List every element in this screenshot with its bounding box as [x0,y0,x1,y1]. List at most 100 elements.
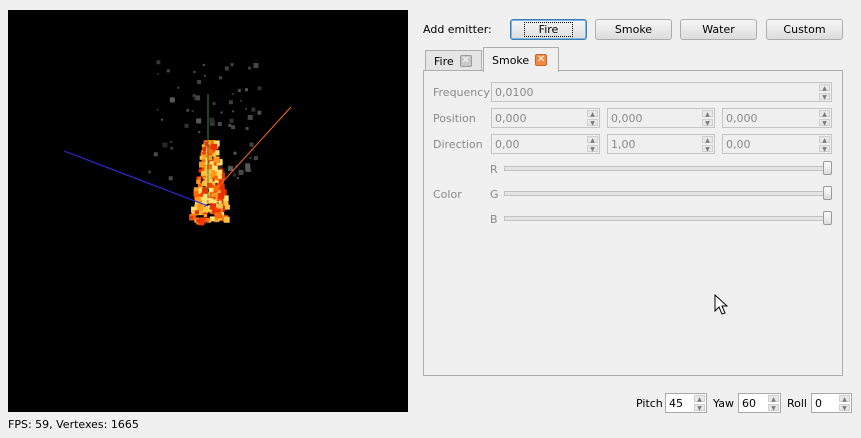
tab-smoke[interactable]: Smoke ✕ [483,47,559,72]
g-channel-label: G [490,188,499,201]
smoke-particle [197,79,202,84]
position-x-spinbox[interactable]: 0,000 ▲ ▼ [491,108,600,128]
smoke-particle [156,108,159,111]
add-smoke-button[interactable]: Smoke [595,19,672,40]
frequency-label: Frequency [433,86,490,99]
direction-label: Direction [433,138,483,151]
emitter-settings-pane: Frequency 0,0100 ▲ ▼ Position 0,000 ▲ ▼ 0,… [423,70,843,376]
smoke-particle [233,151,237,155]
particle-viewport[interactable] [8,10,408,412]
fire-particle [202,187,209,194]
fire-particle [220,189,227,196]
frequency-spinbox[interactable]: 0,0100 ▲ ▼ [491,82,832,102]
slider-handle[interactable] [823,161,832,175]
smoke-particle [170,146,174,150]
spin-arrows[interactable]: ▲ ▼ [694,395,705,412]
fire-particle [221,195,225,199]
smoke-particle [247,66,251,70]
position-y-spinbox[interactable]: 0,000 ▲ ▼ [607,108,715,128]
fire-particle [208,198,214,204]
smoke-particle [209,117,215,123]
smoke-particle [231,93,234,96]
smoke-particle [170,140,173,143]
position-z-spinbox[interactable]: 0,000 ▲ ▼ [722,108,832,128]
spin-arrows[interactable]: ▲ ▼ [768,395,779,412]
smoke-particle [153,152,158,157]
tab-fire-label: Fire [434,54,454,68]
fire-particle [202,207,209,214]
smoke-particle [169,97,175,103]
spin-arrows[interactable]: ▲ ▼ [819,136,830,153]
smoke-particle [191,109,194,112]
fire-particle [214,179,218,183]
fire-particle [196,205,203,212]
slider-handle[interactable] [823,186,832,200]
smoke-particle [193,97,196,100]
smoke-particle [257,110,262,115]
fire-particle [202,146,207,151]
slider-handle[interactable] [823,211,832,225]
smoke-particle [196,118,202,124]
roll-label: Roll [787,397,807,410]
close-icon[interactable]: ✕ [459,55,472,67]
spin-arrows[interactable]: ▲ ▼ [839,395,850,412]
smoke-particle [240,99,243,102]
spin-arrows[interactable]: ▲ ▼ [587,136,598,153]
smoke-particle [247,114,253,120]
yaw-spinbox[interactable]: 60 ▲ ▼ [738,393,781,413]
close-icon[interactable]: ✕ [535,54,548,66]
fire-particle [217,169,223,175]
direction-z-spinbox[interactable]: 0,00 ▲ ▼ [722,134,832,154]
smoke-particle [220,111,223,114]
pitch-spinbox[interactable]: 45 ▲ ▼ [665,393,707,413]
spin-arrows[interactable]: ▲ ▼ [819,110,830,127]
fire-particle [208,140,212,144]
smoke-particle [232,173,236,177]
fire-particle [203,214,207,218]
fire-particle [201,181,207,187]
roll-spinbox[interactable]: 0 ▲ ▼ [811,393,852,413]
tab-fire[interactable]: Fire ✕ [425,50,482,71]
fire-particle [203,154,207,158]
fire-particle [190,216,194,220]
scene-canvas [63,60,292,226]
fire-particle [213,156,220,163]
fire-particle [193,190,199,196]
position-label: Position [433,112,476,125]
smoke-particle [231,125,236,130]
direction-y-spinbox[interactable]: 1,00 ▲ ▼ [607,134,715,154]
add-custom-button[interactable]: Custom [766,19,843,40]
smoke-particle [195,95,201,101]
spin-arrows[interactable]: ▲ ▼ [702,136,713,153]
spin-arrows[interactable]: ▲ ▼ [819,84,830,101]
smoke-particle [229,118,234,123]
smoke-particle [186,108,190,112]
smoke-particle [253,63,259,69]
smoke-particle [245,88,249,92]
b-slider[interactable] [504,211,832,225]
spin-arrows[interactable]: ▲ ▼ [702,110,713,127]
r-slider[interactable] [504,161,832,175]
direction-x-spinbox[interactable]: 0,00 ▲ ▼ [491,134,600,154]
fire-particle [213,207,217,211]
smoke-particle [249,142,254,147]
g-slider[interactable] [504,186,832,200]
pitch-label: Pitch [636,397,663,410]
smoke-particle [228,123,232,127]
smoke-particle [193,70,196,73]
smoke-particle [228,100,233,105]
fire-particle [212,199,217,204]
smoke-particle [245,127,249,131]
smoke-particle [237,89,241,93]
fire-particle [199,161,206,168]
smoke-particle [228,166,234,172]
mouse-cursor-icon [714,294,728,315]
add-fire-button[interactable]: Fire [510,19,587,40]
smoke-particle [251,107,256,112]
fire-particle [218,203,224,209]
smoke-particle [238,169,244,175]
spin-arrows[interactable]: ▲ ▼ [587,110,598,127]
add-water-button[interactable]: Water [680,19,757,40]
smoke-particle [257,86,262,91]
particle-cloud [148,60,262,226]
